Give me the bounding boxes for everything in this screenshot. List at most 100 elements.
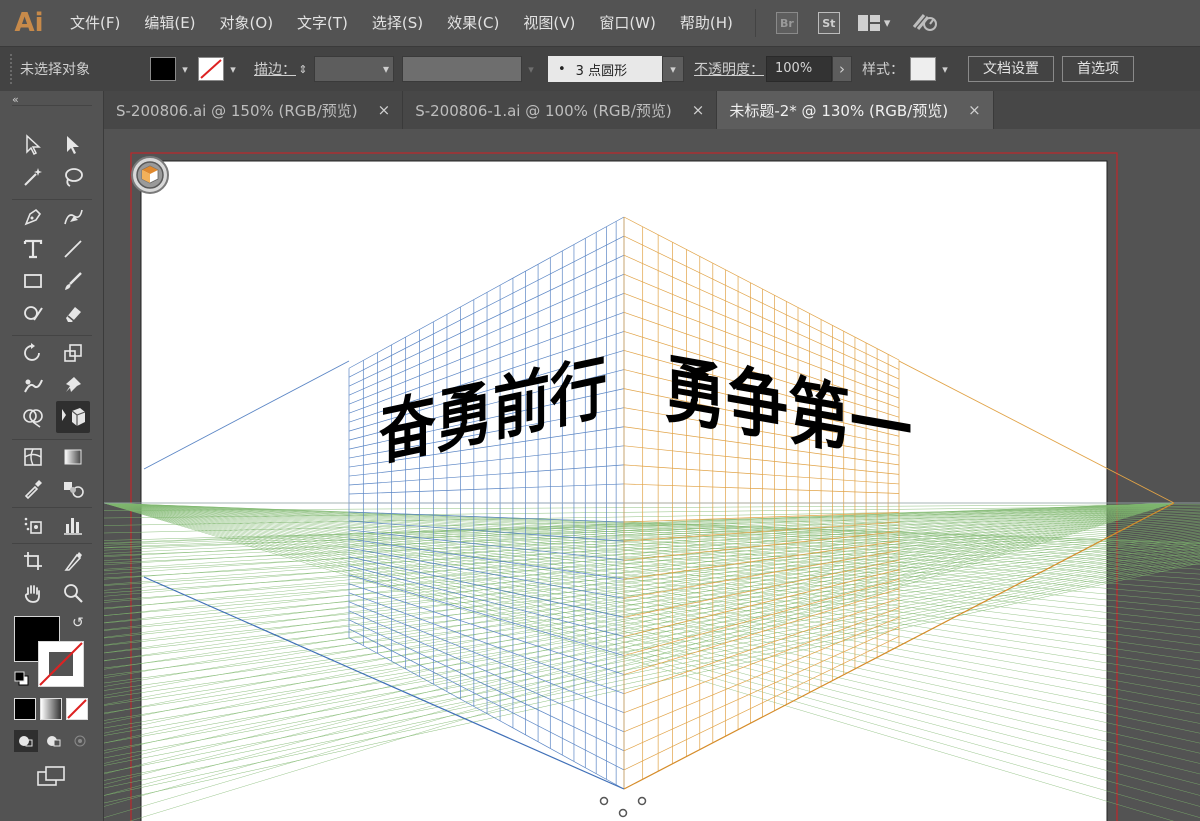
panel-divider	[12, 199, 92, 200]
panel-divider	[12, 543, 92, 544]
stroke-swatch[interactable]	[198, 57, 224, 81]
none-mode-icon[interactable]	[66, 698, 88, 720]
menu-help[interactable]: 帮助(H)	[668, 0, 745, 46]
panel-divider	[12, 439, 92, 440]
tab-label: S-200806-1.ai @ 100% (RGB/预览)	[415, 101, 672, 120]
lasso-tool-icon[interactable]	[58, 163, 88, 191]
perspective-grid-tool-icon[interactable]	[56, 401, 90, 433]
screen-mode-icon[interactable]	[36, 765, 68, 791]
zoom-tool-icon[interactable]	[58, 579, 88, 607]
bridge-icon[interactable]: Br	[775, 12, 798, 34]
panel-divider	[12, 335, 92, 336]
canvas-area[interactable]: 奋勇前行 勇争第一	[104, 129, 1200, 821]
paintbrush-tool-icon[interactable]	[58, 267, 88, 295]
opacity-input[interactable]: 100%	[766, 56, 832, 82]
color-mode-icon[interactable]	[14, 698, 36, 720]
stroke-label[interactable]: 描边：	[254, 59, 296, 79]
shaper-tool-icon[interactable]	[18, 299, 48, 327]
document-setup-button[interactable]: 文档设置	[968, 56, 1054, 82]
menu-file[interactable]: 文件(F)	[58, 0, 132, 46]
menu-separator	[754, 9, 756, 37]
menu-object[interactable]: 对象(O)	[208, 0, 286, 46]
pin-tool-icon[interactable]	[58, 371, 88, 399]
line-segment-tool-icon[interactable]	[58, 235, 88, 263]
close-icon[interactable]: ×	[968, 101, 981, 119]
stroke-weight-stepper[interactable]: ⇕	[296, 57, 310, 81]
panel-divider	[12, 507, 92, 508]
gradient-mode-icon[interactable]	[40, 698, 62, 720]
close-icon[interactable]: ×	[378, 101, 391, 119]
slice-tool-icon[interactable]	[58, 547, 88, 575]
document-tab-active[interactable]: 未标题-2* @ 130% (RGB/预览) ×	[717, 91, 994, 129]
profile-dropdown-chevron[interactable]: ▾	[522, 57, 540, 81]
curvature-tool-icon[interactable]	[58, 203, 88, 231]
shape-builder-tool-icon[interactable]	[18, 403, 48, 431]
selection-status: 未选择对象	[20, 62, 90, 78]
stroke-weight-dropdown[interactable]: ▾	[314, 56, 394, 82]
menu-effect[interactable]: 效果(C)	[435, 0, 511, 46]
gpu-performance-icon[interactable]	[910, 9, 940, 37]
variable-width-profile[interactable]	[402, 56, 522, 82]
document-tab-bar: S-200806.ai @ 150% (RGB/预览) × S-200806-1…	[104, 91, 1200, 129]
chevron-down-icon: ▾	[883, 15, 891, 31]
ground-level-handle[interactable]	[637, 796, 647, 806]
brush-dot-icon: •	[558, 61, 566, 77]
menu-bar: Ai 文件(F) 编辑(E) 对象(O) 文字(T) 选择(S) 效果(C) 视…	[0, 0, 1200, 46]
ground-level-handle[interactable]	[599, 796, 609, 806]
direct-selection-tool-icon[interactable]	[58, 131, 88, 159]
menu-type[interactable]: 文字(T)	[285, 0, 360, 46]
swap-fill-stroke-icon[interactable]: ↺	[72, 615, 84, 631]
control-bar: 未选择对象 ▾ ▾ 描边： ⇕ ▾ ▾ • 3 点圆形 ▾ 不透明度： 100%…	[0, 46, 1200, 91]
panel-grip[interactable]	[10, 54, 20, 84]
stroke-dropdown-chevron[interactable]: ▾	[224, 57, 242, 81]
stock-icon[interactable]: St	[817, 12, 840, 34]
app-logo: Ai	[14, 8, 44, 38]
fill-dropdown-chevron[interactable]: ▾	[176, 57, 194, 81]
document-tab[interactable]: S-200806.ai @ 150% (RGB/预览) ×	[104, 91, 404, 129]
close-icon[interactable]: ×	[692, 101, 705, 119]
rectangle-tool-icon[interactable]	[18, 267, 48, 295]
fill-swatch[interactable]	[150, 57, 176, 81]
column-graph-tool-icon[interactable]	[58, 511, 88, 539]
opacity-arrow[interactable]: ›	[832, 56, 852, 82]
rotate-tool-icon[interactable]	[18, 339, 48, 367]
type-tool-icon[interactable]	[18, 235, 48, 263]
style-label: 样式：	[862, 62, 904, 78]
eraser-tool-icon[interactable]	[58, 299, 88, 327]
style-dropdown-chevron[interactable]: ▾	[936, 57, 954, 81]
symbol-sprayer-tool-icon[interactable]	[18, 511, 48, 539]
panel-divider	[12, 105, 92, 106]
menu-window[interactable]: 窗口(W)	[587, 0, 668, 46]
brush-dropdown-chevron[interactable]: ▾	[662, 56, 684, 82]
default-colors-icon[interactable]	[14, 671, 30, 691]
artboard-tool-icon[interactable]	[18, 547, 48, 575]
draw-inside-icon[interactable]	[68, 730, 92, 752]
document-tab[interactable]: S-200806-1.ai @ 100% (RGB/预览) ×	[403, 91, 718, 129]
draw-normal-icon[interactable]	[14, 730, 38, 752]
chevron-down-icon: ▾	[382, 62, 389, 76]
ground-level-handle[interactable]	[618, 808, 628, 818]
graphic-style-swatch[interactable]	[910, 57, 936, 81]
brush-definition[interactable]: • 3 点圆形	[548, 56, 662, 82]
draw-behind-icon[interactable]	[42, 730, 66, 752]
mesh-tool-icon[interactable]	[18, 443, 48, 471]
pen-tool-icon[interactable]	[18, 203, 48, 231]
workspace-layout-icon[interactable]: ▾	[857, 15, 891, 31]
menu-view[interactable]: 视图(V)	[511, 0, 587, 46]
opacity-label[interactable]: 不透明度：	[694, 59, 764, 79]
menu-edit[interactable]: 编辑(E)	[132, 0, 207, 46]
plane-switching-widget[interactable]	[131, 156, 169, 194]
artboard[interactable]: 奋勇前行 勇争第一	[104, 129, 1200, 821]
magic-wand-tool-icon[interactable]	[18, 163, 48, 191]
blend-tool-icon[interactable]	[58, 475, 88, 503]
hand-tool-icon[interactable]	[18, 579, 48, 607]
preferences-button[interactable]: 首选项	[1062, 56, 1134, 82]
puppet-warp-tool-icon[interactable]	[18, 371, 48, 399]
selection-tool-icon[interactable]	[18, 131, 48, 159]
gradient-tool-icon[interactable]	[58, 443, 88, 471]
menu-select[interactable]: 选择(S)	[360, 0, 435, 46]
tab-label: S-200806.ai @ 150% (RGB/预览)	[116, 101, 358, 120]
scale-tool-icon[interactable]	[58, 339, 88, 367]
eyedropper-tool-icon[interactable]	[18, 475, 48, 503]
stroke-color-swatch[interactable]	[38, 641, 84, 687]
